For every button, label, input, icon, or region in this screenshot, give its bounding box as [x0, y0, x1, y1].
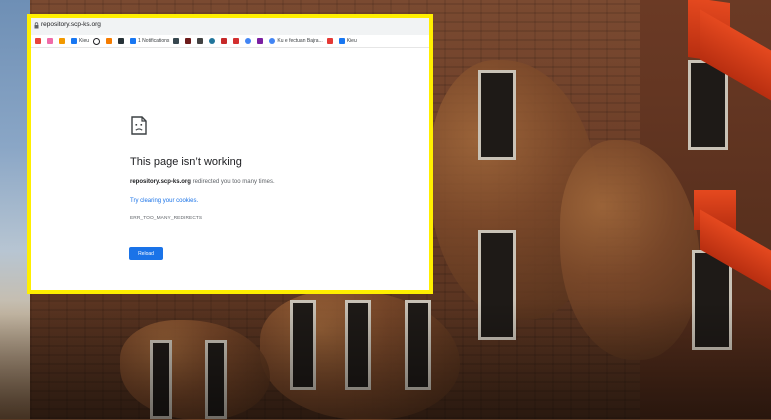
- bookmarks-bar: Kieu 1 Notifications Ku e fectuan Bajra...…: [31, 35, 429, 48]
- error-detail-text: redirected you too many times.: [190, 179, 275, 185]
- circle-icon: [93, 37, 101, 45]
- browser-window: repository.scp-ks.org Kieu 1 Notification…: [27, 14, 433, 294]
- bookmark-item[interactable]: [35, 35, 43, 47]
- bookmark-item[interactable]: [47, 35, 55, 47]
- bookmark-item[interactable]: [221, 35, 229, 47]
- facebook-icon: [338, 38, 345, 44]
- clear-cookies-link[interactable]: Try clearing your cookies.: [130, 198, 198, 204]
- bookmark-favicon-icon: [35, 38, 41, 44]
- bookmark-item[interactable]: [173, 35, 181, 47]
- facebook-icon: [71, 38, 77, 44]
- bookmark-item[interactable]: [185, 35, 193, 47]
- google-icon: [245, 38, 252, 44]
- bookmark-favicon-icon: [173, 38, 180, 44]
- bookmark-favicon-icon: [221, 38, 228, 44]
- bookmark-item[interactable]: [106, 35, 114, 47]
- bookmark-label: 1 Notifications: [138, 38, 170, 44]
- bookmark-item[interactable]: [59, 35, 67, 47]
- bookmark-favicon-icon: [326, 38, 333, 44]
- url-text[interactable]: repository.scp-ks.org: [41, 21, 101, 28]
- bookmark-favicon-icon: [197, 38, 204, 44]
- bookmark-favicon-icon: [59, 38, 65, 44]
- error-page: This page isn’t working repository.scp-k…: [31, 48, 429, 290]
- bookmark-label: Kieu: [79, 38, 90, 44]
- bookmark-item[interactable]: [245, 35, 253, 47]
- bookmark-favicon-icon: [118, 38, 125, 44]
- bookmark-item[interactable]: Kieu: [71, 35, 89, 47]
- error-title: This page isn’t working: [130, 156, 242, 168]
- bookmark-item[interactable]: [326, 35, 335, 47]
- lock-icon: [34, 22, 39, 29]
- bookmark-item[interactable]: [93, 35, 102, 47]
- sad-page-icon: [131, 116, 147, 135]
- bookmark-item[interactable]: 1 Notifications: [130, 35, 169, 47]
- facebook-icon: [130, 38, 137, 44]
- wordpress-icon: [209, 38, 216, 44]
- error-code: ERR_TOO_MANY_REDIRECTS: [130, 216, 203, 221]
- bookmark-item[interactable]: Kieu: [338, 35, 357, 47]
- bookmark-label: Kieu: [346, 38, 357, 44]
- bookmark-favicon-icon: [233, 38, 240, 44]
- address-bar[interactable]: repository.scp-ks.org: [31, 18, 429, 36]
- bookmark-favicon-icon: [47, 38, 53, 44]
- bookmark-favicon-icon: [257, 38, 264, 44]
- bookmark-label: Ku e fectuan Bajra...: [277, 38, 323, 44]
- bookmark-item[interactable]: [197, 35, 205, 47]
- bookmark-item[interactable]: [209, 35, 217, 47]
- error-domain: repository.scp-ks.org: [130, 179, 191, 185]
- bookmark-item[interactable]: [257, 35, 265, 47]
- bookmark-favicon-icon: [185, 38, 192, 44]
- bookmark-item[interactable]: [233, 35, 241, 47]
- bookmark-item[interactable]: [118, 35, 126, 47]
- bookmark-favicon-icon: [106, 38, 113, 44]
- error-detail: repository.scp-ks.org redirected you too…: [130, 179, 275, 185]
- google-icon: [269, 38, 276, 44]
- bookmark-item[interactable]: Ku e fectuan Bajra...: [269, 35, 323, 47]
- reload-button[interactable]: Reload: [129, 247, 163, 260]
